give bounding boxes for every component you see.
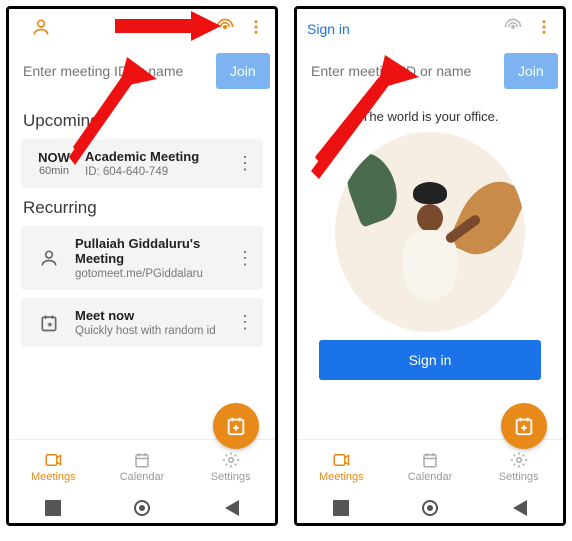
tab-label: Settings — [499, 471, 539, 483]
tab-label: Settings — [211, 471, 251, 483]
card-more-icon[interactable]: ⋮ — [235, 312, 255, 333]
tab-calendar[interactable]: Calendar — [98, 440, 187, 493]
annotation-arrow-icon — [301, 55, 431, 185]
android-system-nav — [9, 493, 275, 523]
meeting-sub: Quickly host with random id — [75, 325, 229, 337]
tab-calendar[interactable]: Calendar — [386, 440, 475, 493]
cast-icon[interactable] — [491, 17, 523, 42]
meeting-title: Meet now — [75, 308, 229, 323]
back-button[interactable] — [511, 500, 527, 516]
profile-icon[interactable] — [19, 17, 51, 42]
home-button[interactable] — [134, 500, 150, 516]
phone-left: Join Upcoming NOW 60min Academic Meeting… — [6, 6, 278, 526]
overflow-menu-icon[interactable] — [235, 17, 265, 42]
meeting-url: gotomeet.me/PGiddalaru — [75, 268, 229, 280]
tab-meetings[interactable]: Meetings — [297, 440, 386, 493]
recent-apps-button[interactable] — [45, 500, 61, 516]
section-title-recurring: Recurring — [23, 198, 263, 218]
new-meeting-fab[interactable] — [213, 403, 259, 449]
svg-text:★: ★ — [47, 320, 54, 329]
signin-link[interactable]: Sign in — [307, 21, 350, 37]
join-button[interactable]: Join — [216, 53, 270, 89]
recurring-meeting-card[interactable]: Pullaiah Giddaluru's Meeting gotomeet.me… — [21, 226, 263, 290]
signin-button[interactable]: Sign in — [319, 340, 541, 380]
topbar: Sign in — [297, 9, 563, 49]
person-icon — [29, 248, 69, 268]
phone-right: Sign in Join The world is your office. — [294, 6, 566, 526]
back-button[interactable] — [223, 500, 239, 516]
meeting-title: Pullaiah Giddaluru's Meeting — [75, 236, 229, 266]
tab-meetings[interactable]: Meetings — [9, 440, 98, 493]
recent-apps-button[interactable] — [333, 500, 349, 516]
new-meeting-fab[interactable] — [501, 403, 547, 449]
card-more-icon[interactable]: ⋮ — [235, 248, 255, 269]
overflow-menu-icon[interactable] — [523, 17, 553, 42]
tab-label: Meetings — [31, 471, 76, 483]
tab-label: Meetings — [319, 471, 364, 483]
home-button[interactable] — [422, 500, 438, 516]
annotation-arrow-icon — [115, 9, 225, 43]
meet-now-card[interactable]: ★ Meet now Quickly host with random id ⋮ — [21, 298, 263, 347]
meet-now-icon: ★ — [29, 313, 69, 333]
join-button[interactable]: Join — [504, 53, 558, 89]
tab-label: Calendar — [120, 471, 165, 483]
android-system-nav — [297, 493, 563, 523]
card-more-icon[interactable]: ⋮ — [235, 153, 255, 174]
tab-label: Calendar — [408, 471, 453, 483]
annotation-arrow-icon — [61, 57, 181, 177]
